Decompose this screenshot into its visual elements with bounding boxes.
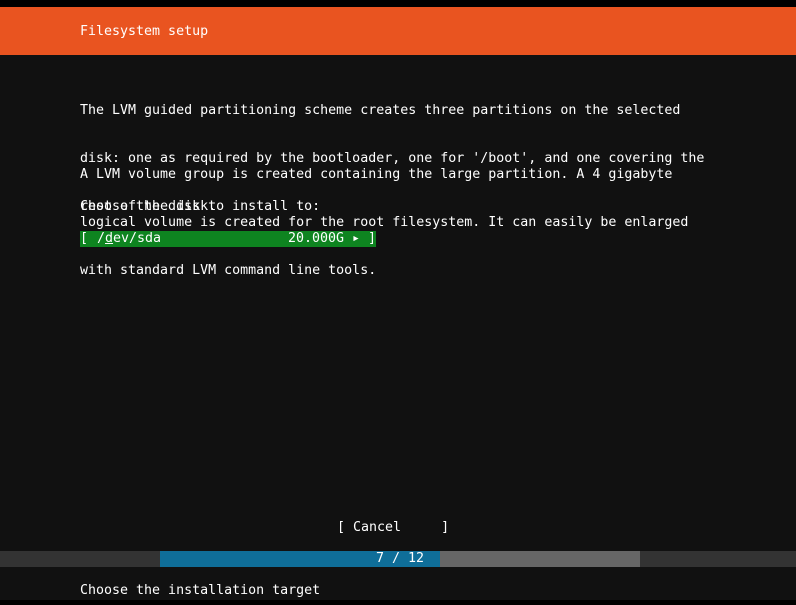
progress-bar: 7 / 12 — [160, 551, 640, 567]
text-cursor: d — [105, 231, 114, 246]
open-bracket: [ — [80, 231, 89, 246]
disk-path-prefix: / — [97, 231, 106, 246]
close-bracket: ] — [368, 231, 377, 246]
disk-path: /dev/sda — [97, 231, 161, 247]
disk-prompt: Choose the disk to install to: — [80, 199, 321, 214]
bottom-border — [0, 600, 796, 605]
progress-text: 7 / 12 — [375, 551, 425, 566]
disk-option-sda[interactable]: [ /dev/sda 20.000G ▸ ] — [80, 231, 376, 247]
title-bar: Filesystem setup — [0, 7, 796, 55]
page-title: Filesystem setup — [80, 24, 209, 39]
main-content: The LVM guided partitioning scheme creat… — [0, 55, 796, 551]
cancel-button[interactable]: [ Cancel ] — [337, 520, 449, 536]
top-border — [0, 0, 796, 7]
description-line: A LVM volume group is created containing… — [80, 167, 673, 182]
description-line: with standard LVM command line tools. — [80, 263, 377, 278]
disk-size: 20.000G — [288, 231, 345, 246]
status-text: Choose the installation target — [80, 583, 321, 598]
submenu-arrow-icon: ▸ — [352, 231, 361, 246]
disk-path-rest: ev/sda — [113, 231, 162, 246]
description-line: logical volume is created for the root f… — [80, 215, 689, 230]
description-paragraph-2: A LVM volume group is created containing… — [80, 135, 688, 311]
description-line: The LVM guided partitioning scheme creat… — [80, 103, 681, 118]
